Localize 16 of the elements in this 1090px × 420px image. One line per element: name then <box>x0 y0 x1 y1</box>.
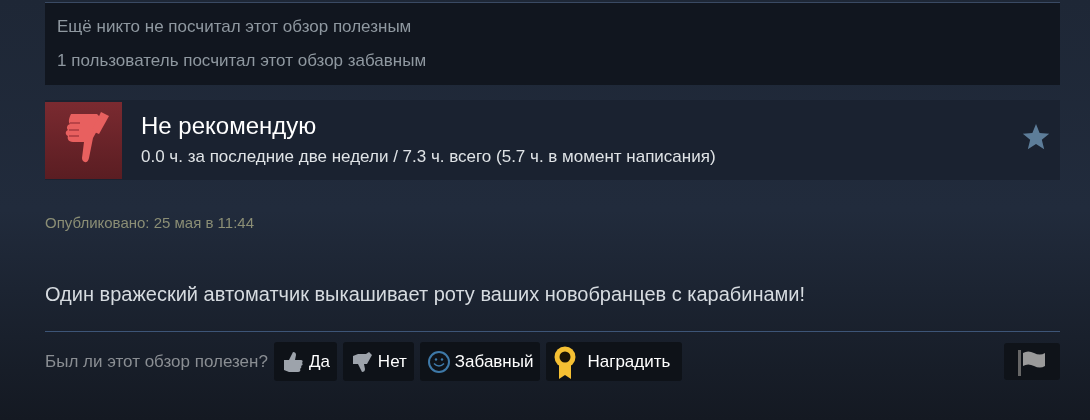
award-icon <box>553 344 578 379</box>
report-button[interactable] <box>1004 343 1060 380</box>
award-button[interactable]: Наградить <box>546 342 683 381</box>
published-date: Опубликовано: 25 мая в 11:44 <box>45 213 255 233</box>
verdict-title: Не рекомендую <box>141 112 318 140</box>
vote-button[interactable]: Забавный <box>419 342 541 381</box>
review-text: Один вражеский автоматчик выкашивает роту ваших новобранцев с карабинами! <box>45 282 806 307</box>
playtime-text: 0.0 ч. за последние две недели / 7.3 ч. всего (5.7 ч. в момент написания) <box>141 146 717 168</box>
vote-button[interactable]: Нет <box>342 342 414 381</box>
flag-icon <box>1017 347 1047 376</box>
helpful-question: Был ли этот обзор полезен? <box>45 350 268 373</box>
star-icon[interactable] <box>1022 124 1050 151</box>
stat-line: Ещё никто не посчитал этот обзор полезным <box>57 17 412 37</box>
smiley-icon <box>426 349 451 374</box>
vote-button[interactable]: Да <box>273 342 337 381</box>
stat-line: 1 пользователь посчитал этот обзор забавным <box>57 51 427 71</box>
